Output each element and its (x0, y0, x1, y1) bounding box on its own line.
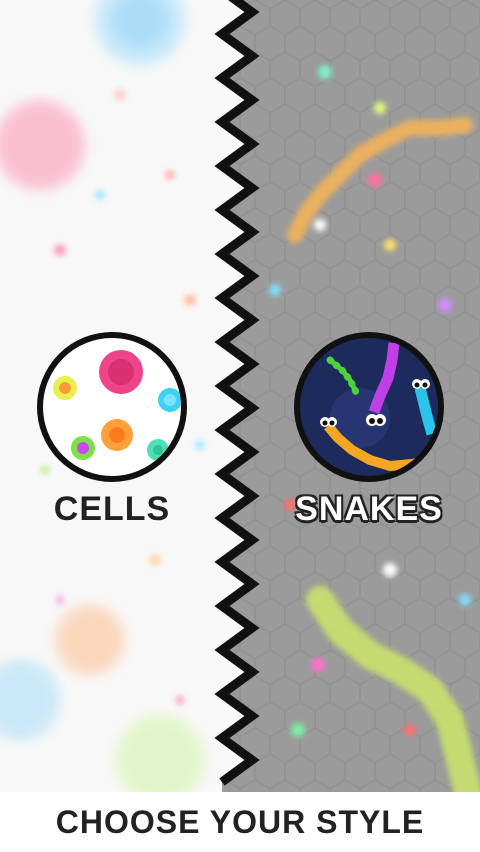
footer-banner: CHOOSE YOUR STYLE (0, 792, 480, 852)
snakes-mode-label: SNAKES (295, 490, 443, 528)
cells-mode-button[interactable]: CELLS (32, 332, 192, 529)
choose-style-title: CHOOSE YOUR STYLE (55, 803, 425, 840)
cells-mode-label: CELLS (53, 490, 171, 528)
snakes-icon (294, 332, 444, 482)
snakes-mode-button[interactable]: SNAKES (289, 332, 449, 529)
cells-icon (37, 332, 187, 482)
